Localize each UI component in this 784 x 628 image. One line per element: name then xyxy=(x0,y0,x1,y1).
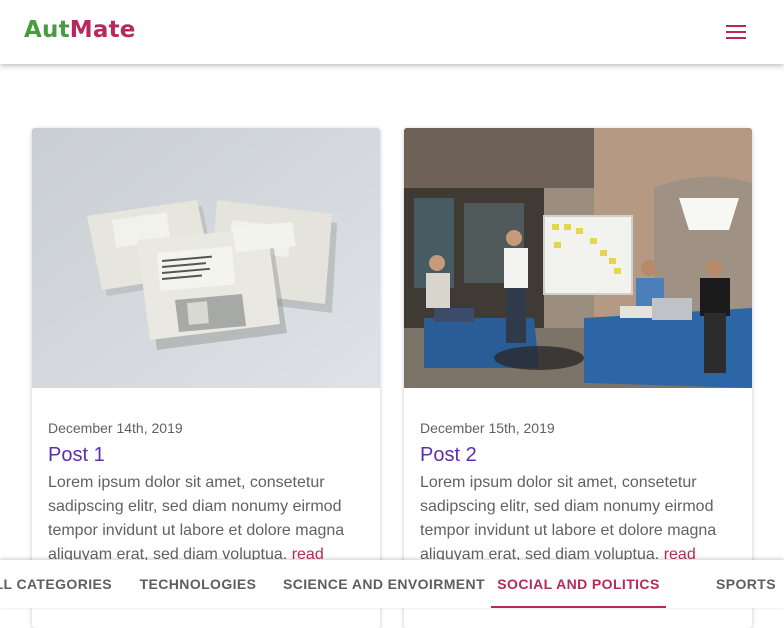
category-tabs: ALL CATEGORIES TECHNOLOGIES SCIENCE AND … xyxy=(0,560,784,608)
post-title[interactable]: Post 1 xyxy=(48,444,364,467)
post-date: December 14th, 2019 xyxy=(48,420,183,436)
floppy-disks-image xyxy=(32,128,380,388)
post-card[interactable]: December 14th, 2019 Post 1 Lorem ipsum d… xyxy=(32,128,380,628)
post-date: December 15th, 2019 xyxy=(420,420,555,436)
tab-sports[interactable]: SPORTS xyxy=(704,560,784,608)
post-card-body: December 15th, 2019 Post 2 Lorem ipsum d… xyxy=(420,420,736,567)
post-card-body: December 14th, 2019 Post 1 Lorem ipsum d… xyxy=(48,420,364,567)
post-card[interactable]: December 15th, 2019 Post 2 Lorem ipsum d… xyxy=(404,128,752,628)
logo[interactable]: AutMate xyxy=(24,17,136,43)
menu-icon[interactable] xyxy=(716,16,756,48)
post-excerpt: Lorem ipsum dolor sit amet, consetetur s… xyxy=(420,471,736,567)
office-meeting-image xyxy=(404,128,752,388)
tab-all-categories[interactable]: ALL CATEGORIES xyxy=(0,560,138,608)
tab-science-and-envoirment[interactable]: SCIENCE AND ENVOIRMENT xyxy=(282,560,486,608)
logo-part-aut: Aut xyxy=(24,17,70,43)
app-bar: AutMate xyxy=(0,0,784,64)
post-excerpt: Lorem ipsum dolor sit amet, consetetur s… xyxy=(48,471,364,567)
post-title[interactable]: Post 2 xyxy=(420,444,736,467)
logo-part-mate: Mate xyxy=(69,17,136,43)
tab-social-and-politics[interactable]: SOCIAL AND POLITICS xyxy=(491,560,666,608)
tab-technologies[interactable]: TECHNOLOGIES xyxy=(128,560,268,608)
